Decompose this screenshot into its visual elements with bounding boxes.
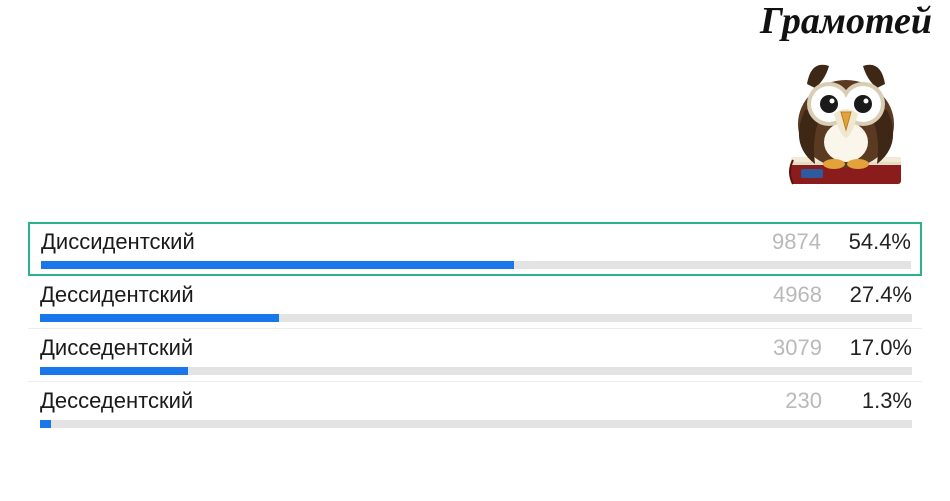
- option-count: 4968: [773, 282, 822, 308]
- bar-track: [40, 314, 912, 322]
- option-percent: 1.3%: [846, 388, 912, 414]
- poll-option-row[interactable]: Десседентский 230 1.3%: [28, 382, 922, 434]
- brand-title: Грамотей: [760, 2, 932, 40]
- bar-track: [40, 367, 912, 375]
- bar-fill: [40, 420, 51, 428]
- option-label: Дисседентский: [40, 335, 193, 361]
- bar-track: [41, 261, 911, 269]
- bar-fill: [41, 261, 514, 269]
- poll-option-row[interactable]: Диссидентский 9874 54.4%: [28, 222, 922, 276]
- option-percent: 54.4%: [845, 229, 911, 255]
- poll-option-row[interactable]: Дессидентский 4968 27.4%: [28, 276, 922, 329]
- option-label: Дессидентский: [40, 282, 194, 308]
- option-count: 3079: [773, 335, 822, 361]
- option-label: Диссидентский: [41, 229, 195, 255]
- bar-fill: [40, 367, 188, 375]
- option-count: 9874: [772, 229, 821, 255]
- option-count: 230: [785, 388, 822, 414]
- poll-option-row[interactable]: Дисседентский 3079 17.0%: [28, 329, 922, 382]
- option-label: Десседентский: [40, 388, 193, 414]
- option-percent: 17.0%: [846, 335, 912, 361]
- bar-fill: [40, 314, 279, 322]
- option-percent: 27.4%: [846, 282, 912, 308]
- bar-track: [40, 420, 912, 428]
- brand-header: Грамотей: [760, 2, 932, 192]
- owl-on-book-icon: [771, 42, 921, 192]
- poll-chart: Диссидентский 9874 54.4% Дессидентский 4968 2…: [28, 222, 922, 434]
